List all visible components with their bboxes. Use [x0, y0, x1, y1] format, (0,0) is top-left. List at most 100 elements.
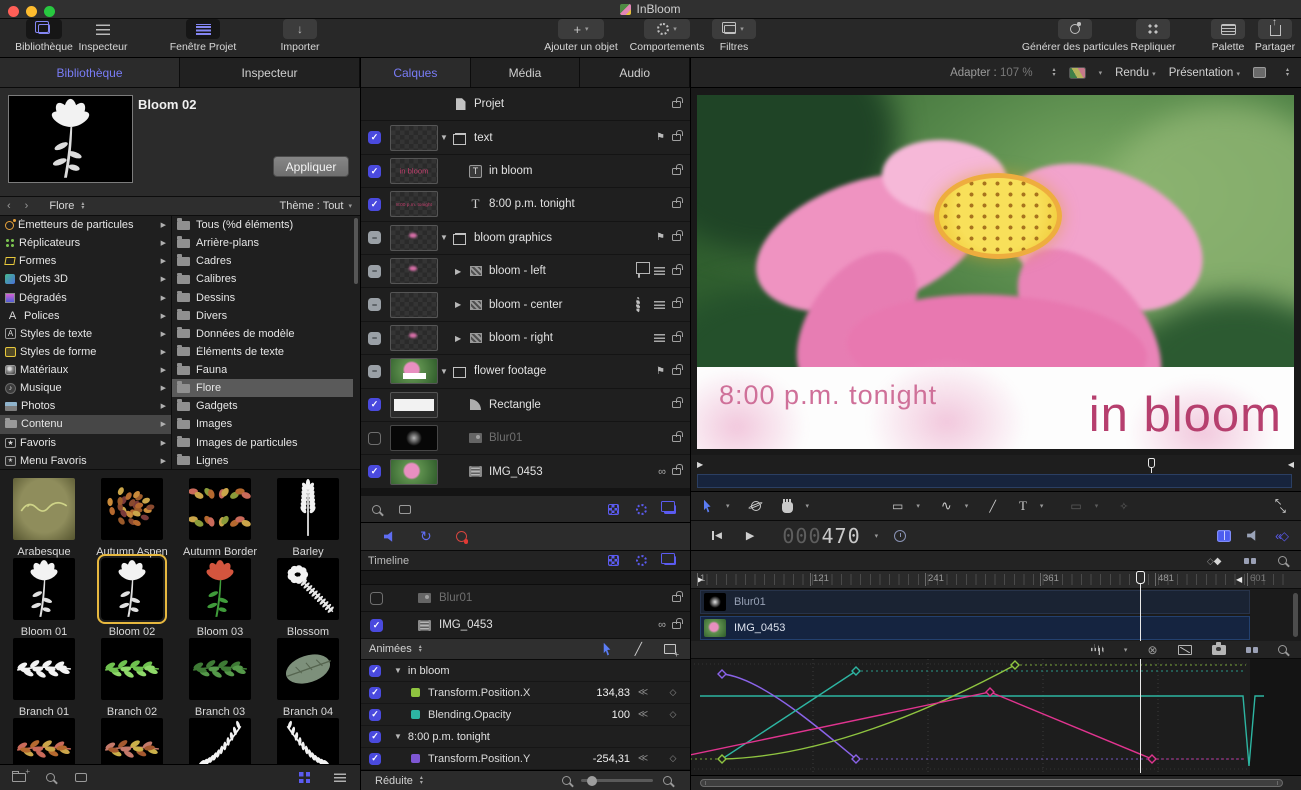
add-keyframe-icon[interactable]: ◇	[656, 753, 690, 764]
library-item[interactable]	[264, 718, 352, 764]
lock-icon[interactable]	[672, 101, 681, 108]
mini-playhead[interactable]	[1148, 458, 1155, 468]
category-formes[interactable]: Formes▶	[0, 252, 171, 270]
flag-icon[interactable]: ⚑	[656, 132, 665, 143]
nav-back-icon[interactable]: ‹	[0, 200, 18, 212]
folder-cadres[interactable]: Cadres	[172, 252, 353, 270]
show-filters-icon[interactable]	[664, 556, 676, 565]
folder-calibres[interactable]: Calibres	[172, 270, 353, 288]
folder-fauna[interactable]: Fauna	[172, 361, 353, 379]
grid-view-icon[interactable]	[299, 772, 310, 783]
prev-keyframe-icon[interactable]: ≪	[630, 687, 656, 698]
prop-row-transform-position-y[interactable]: ✓Transform.Position.Y-254,31≪◇	[360, 748, 690, 770]
prop-value[interactable]: 134,83	[568, 687, 630, 699]
timer-icon[interactable]	[894, 530, 906, 542]
category-contenu[interactable]: Contenu▶	[0, 415, 171, 433]
apply-button[interactable]: Appliquer	[273, 156, 349, 177]
theme-popup[interactable]: Thème : Tout▾	[279, 200, 352, 212]
category-musique[interactable]: Musique▶	[0, 379, 171, 397]
preview-toggle-icon[interactable]	[75, 773, 87, 782]
library-item-autumn-aspen[interactable]: Autumn Aspen	[88, 478, 176, 558]
tracks-scrollbar[interactable]	[1293, 593, 1298, 637]
timeline-track-img0453[interactable]: ✓ IMG_0453 ∞	[360, 612, 690, 639]
lock-icon[interactable]	[672, 268, 681, 275]
folder-flore[interactable]: Flore	[172, 379, 353, 397]
timeline-hscrollbar[interactable]	[690, 775, 1301, 790]
library-item-branch-02[interactable]: Branch 02	[88, 638, 176, 718]
layer-row-blur01[interactable]: Blur01	[360, 422, 690, 455]
category-emetteurs-de-particules[interactable]: Émetteurs de particules▶	[0, 216, 171, 234]
zoom-timeline-icon[interactable]	[1278, 556, 1287, 565]
keyframe-skip-icon[interactable]: «◇	[1275, 529, 1287, 543]
browser-scrollbar[interactable]	[354, 218, 358, 284]
visibility-checkbox[interactable]: −	[368, 298, 381, 311]
layer-row-bloom-left[interactable]: −▶bloom - left	[360, 255, 690, 288]
category-styles-de-texte[interactable]: Styles de texte▶	[0, 325, 171, 343]
timeline-ruler[interactable]: ▶ 1121241361481601◀	[690, 571, 1301, 589]
layer-row-img-0453[interactable]: ✓IMG_0453∞	[360, 455, 690, 488]
folder-elements-de-texte[interactable]: Éléments de texte	[172, 343, 353, 361]
zoom-out-icon[interactable]	[562, 776, 571, 785]
prev-keyframe-icon[interactable]: ≪	[630, 709, 656, 720]
out-point-marker[interactable]: ◀	[1236, 575, 1242, 584]
lock-icon[interactable]	[672, 301, 681, 308]
folder-arriere-plans[interactable]: Arrière-plans	[172, 234, 353, 252]
folder-images[interactable]: Images	[172, 415, 353, 433]
disclosure-icon[interactable]: ▶	[455, 267, 468, 276]
link-icon[interactable]: ∞	[658, 466, 665, 478]
pointer-tool-icon[interactable]	[602, 643, 613, 656]
visibility-checkbox[interactable]: ✓	[368, 465, 381, 478]
new-folder-icon[interactable]	[12, 773, 26, 782]
library-item-arabesque[interactable]: Arabesque	[0, 478, 88, 558]
add-object-button[interactable]: +▾ Ajouter un objet	[536, 19, 626, 53]
zoom-slider-knob[interactable]	[587, 776, 597, 786]
prop-row-blending-opacity[interactable]: ✓Blending.Opacity100≪◇	[360, 704, 690, 726]
folder-dessins[interactable]: Dessins	[172, 289, 353, 307]
import-button[interactable]: ↓ Importer	[272, 19, 328, 53]
text-tool-icon[interactable]: T	[1019, 498, 1027, 514]
zoom-slider[interactable]	[581, 779, 653, 782]
visibility-checkbox[interactable]: −	[368, 231, 381, 244]
flag-icon[interactable]: ⚑	[656, 366, 665, 377]
visibility-checkbox[interactable]	[368, 432, 381, 445]
category-favoris[interactable]: Favoris▶	[0, 434, 171, 452]
zoom-in-icon[interactable]	[663, 776, 672, 785]
visibility-checkbox[interactable]: ✓	[368, 165, 381, 178]
stack-icon[interactable]	[654, 334, 665, 342]
library-item[interactable]	[88, 718, 176, 764]
tab-bibliotheque[interactable]: Bibliothèque	[0, 58, 180, 87]
add-box-icon[interactable]	[664, 644, 676, 654]
library-item-branch-04[interactable]: Branch 04	[264, 638, 352, 718]
lock-icon[interactable]	[672, 201, 681, 208]
channels-swatch-icon[interactable]	[1069, 67, 1086, 79]
keyframe-display-icon[interactable]: ◇◆	[1207, 555, 1222, 567]
fit-stepper[interactable]: ▴▾	[1053, 68, 1056, 77]
library-item-branch-01[interactable]: Branch 01	[0, 638, 88, 718]
layer-row-rectangle[interactable]: ✓Rectangle	[360, 389, 690, 422]
canvas-text-tonight[interactable]: 8:00 p.m. tonight	[719, 380, 937, 411]
fit-curves-icon[interactable]	[1178, 645, 1192, 655]
category-objets-3d[interactable]: Objets 3D▶	[0, 270, 171, 288]
zoom-curves-icon[interactable]	[1278, 645, 1287, 654]
curve-size-icon[interactable]	[1246, 647, 1259, 653]
timecode-display[interactable]: 000470	[782, 524, 860, 548]
layer-row-in-bloom[interactable]: ✓Tin bloom	[360, 155, 690, 188]
layer-row-flower-footage[interactable]: −▼flower footage⚑	[360, 355, 690, 388]
category-degrades[interactable]: Dégradés▶	[0, 289, 171, 307]
lock-icon[interactable]	[672, 234, 681, 241]
hscroll-pill[interactable]	[700, 779, 1283, 787]
tab-audio[interactable]: Audio	[580, 58, 690, 87]
record-icon[interactable]	[456, 531, 467, 542]
show-behaviors-icon[interactable]	[636, 504, 647, 515]
pen-tool-icon[interactable]: ╱	[635, 642, 642, 656]
layer-row-text[interactable]: ✓▼text⚑	[360, 121, 690, 154]
category-photos[interactable]: Photos▶	[0, 397, 171, 415]
playhead-line[interactable]	[1140, 584, 1142, 641]
visibility-checkbox[interactable]: ✓	[368, 131, 381, 144]
layer-row-bloom-graphics[interactable]: −▼bloom graphics⚑	[360, 222, 690, 255]
library-item-barley[interactable]: Barley	[264, 478, 352, 558]
library-item-bloom-03[interactable]: Bloom 03	[176, 558, 264, 638]
behaviors-button[interactable]: ▾ Comportements	[626, 19, 708, 53]
disclosure-icon[interactable]: ▶	[455, 334, 468, 343]
show-masks-icon[interactable]	[608, 555, 619, 566]
